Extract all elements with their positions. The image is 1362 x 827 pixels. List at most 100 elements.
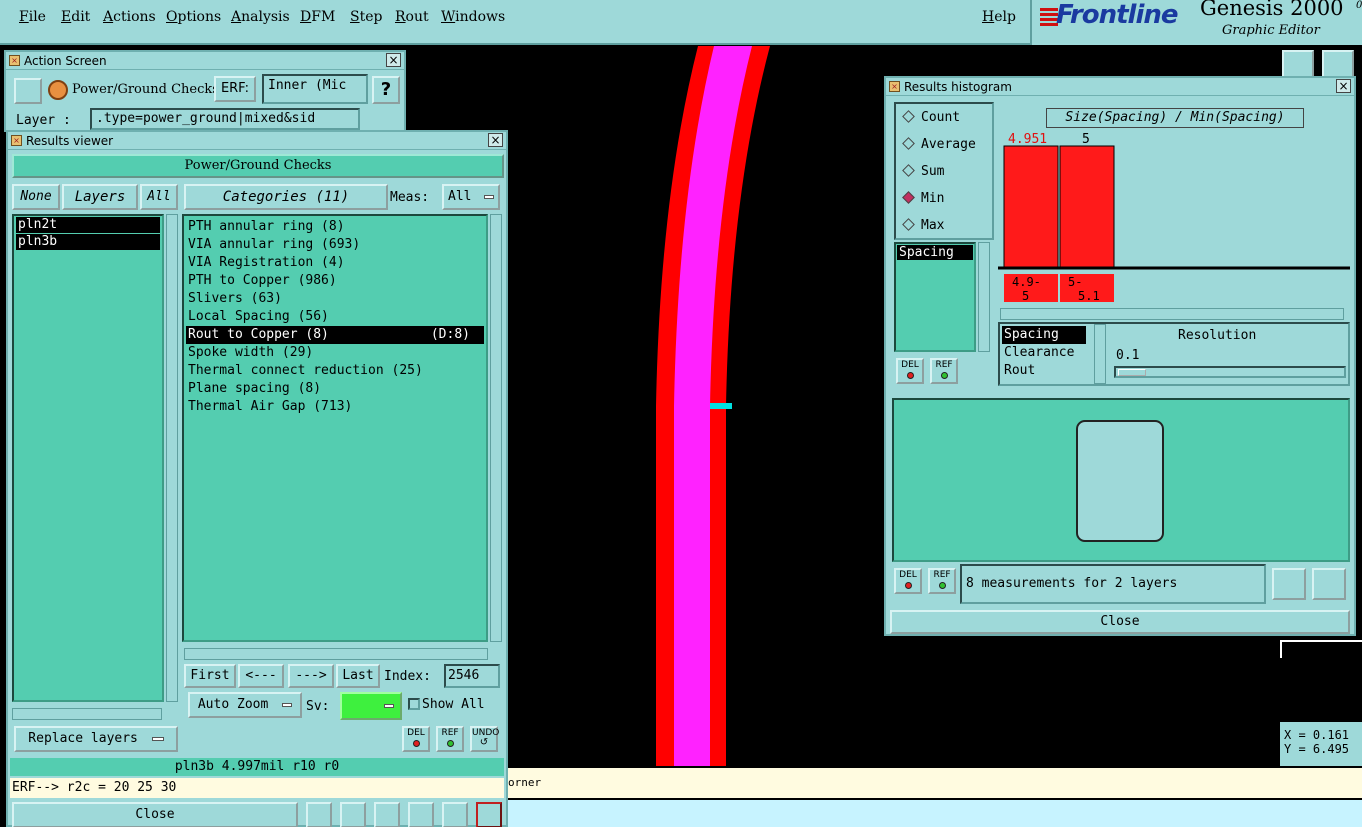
del-dot-icon [904, 582, 912, 589]
category-item[interactable]: Local Spacing (56) [186, 308, 484, 326]
replace-layers-label: Replace layers [28, 731, 138, 746]
histogram-bar[interactable] [1003, 145, 1059, 269]
index-field[interactable]: 2546 [444, 664, 500, 688]
ref-cancel-icon[interactable] [374, 802, 400, 827]
record-icon[interactable] [340, 802, 366, 827]
window-menu-icon[interactable]: × [889, 81, 900, 92]
mode-radio-max[interactable]: Max [896, 212, 992, 239]
layer-label: Layer : [16, 113, 71, 128]
undo-button[interactable]: UNDO ↺ [470, 726, 499, 752]
auto-zoom-dropdown[interactable]: Auto Zoom [188, 692, 302, 718]
first-button[interactable]: First [184, 664, 236, 688]
histogram-bar[interactable] [1059, 145, 1115, 269]
category-item[interactable]: PTH to Copper (986) [186, 272, 484, 290]
close-icon[interactable]: × [488, 133, 503, 147]
histogram-close-button[interactable]: Close [890, 610, 1350, 634]
report-icon[interactable] [442, 802, 468, 827]
menu-dfm[interactable]: DFM [300, 9, 335, 25]
menu-analysis[interactable]: Analysis [231, 9, 290, 25]
menu-options[interactable]: Options [166, 9, 221, 25]
action-list-icon[interactable] [14, 78, 42, 104]
menu-file[interactable]: File [19, 9, 46, 25]
last-button[interactable]: Last [336, 664, 380, 688]
radio-diamond-icon [902, 218, 915, 231]
action-screen-titlebar: × Action Screen × [6, 52, 404, 70]
layer-list-scrollbar[interactable] [166, 214, 178, 702]
erf-field[interactable]: Inner (Mic [262, 74, 368, 104]
window-menu-icon[interactable]: × [11, 135, 22, 146]
menu-actions[interactable]: Actions [103, 9, 156, 25]
layer-item[interactable]: pln3b [16, 234, 160, 250]
help-button[interactable]: ? [372, 76, 400, 104]
all-button[interactable]: All [140, 184, 178, 210]
category-item[interactable]: PTH annular ring (8) [186, 218, 484, 236]
window-menu-icon[interactable]: × [9, 55, 20, 66]
check-action-icon[interactable] [48, 80, 68, 100]
metric-item[interactable]: Spacing [897, 245, 973, 260]
category-item[interactable]: Thermal connect reduction (25) [186, 362, 484, 380]
erf-button[interactable]: ERF: [214, 76, 256, 102]
prev-button[interactable]: <--- [238, 664, 284, 688]
metric-item[interactable]: Clearance [1002, 344, 1092, 362]
metric-list-scrollbar[interactable] [1094, 324, 1106, 384]
metric-item[interactable]: Rout [1002, 362, 1092, 380]
show-all-checkbox[interactable] [408, 698, 420, 710]
pad-shape[interactable] [1076, 420, 1164, 542]
none-button[interactable]: None [12, 184, 60, 210]
mode-radio-count[interactable]: Count [896, 104, 992, 131]
metric-item[interactable]: Spacing [1002, 326, 1086, 344]
hist-ref-button[interactable]: REF [930, 358, 958, 384]
resolution-slider[interactable] [1114, 366, 1346, 378]
severity-dropdown[interactable] [340, 692, 402, 720]
ref-button[interactable]: REF [436, 726, 464, 752]
metric-left-scrollbar[interactable] [978, 242, 990, 352]
category-item[interactable]: Slivers (63) [186, 290, 484, 308]
results-histogram-window: × Results histogram × Count Average Sum Min… [884, 76, 1356, 636]
category-list-hscroll[interactable] [184, 648, 488, 660]
results-viewer-titlebar: × Results viewer × [8, 132, 506, 150]
replace-layers-dropdown[interactable]: Replace layers [14, 726, 178, 752]
histogram-icon[interactable] [476, 802, 502, 827]
layer-stack-icon[interactable] [306, 802, 332, 827]
mode-radio-min[interactable]: Min [896, 185, 992, 212]
category-item[interactable]: Rout to Copper (8) (D:8) [186, 326, 484, 344]
categories-button[interactable]: Categories (11) [184, 184, 388, 210]
zoom-region-icon[interactable] [1312, 568, 1346, 600]
category-name: Thermal Air Gap (713) [188, 399, 353, 414]
bottom-strip [500, 800, 1362, 827]
del-button[interactable]: DEL [402, 726, 430, 752]
menu-help[interactable]: Help [982, 9, 1016, 25]
sort-icon[interactable] [408, 802, 434, 827]
menu-windows[interactable]: Windows [441, 9, 505, 25]
close-icon[interactable]: × [386, 53, 401, 67]
category-list-scrollbar[interactable] [490, 214, 502, 642]
next-button[interactable]: ---> [288, 664, 334, 688]
mode-label: Count [921, 110, 961, 125]
preview-del-button[interactable]: DEL [894, 568, 922, 594]
layer-field[interactable]: .type=power_ground|mixed&sid [90, 108, 360, 130]
layers-button[interactable]: Layers [62, 184, 138, 210]
mode-radio-average[interactable]: Average [896, 131, 992, 158]
chart-hscroll[interactable] [1000, 308, 1344, 320]
menu-step[interactable]: Step [350, 9, 382, 25]
bin-range-label: 4.9- [1012, 275, 1041, 289]
meas-dropdown[interactable]: All [442, 184, 500, 210]
mode-radio-sum[interactable]: Sum [896, 158, 992, 185]
category-item[interactable]: Spoke width (29) [186, 344, 484, 362]
close-icon[interactable]: × [1336, 79, 1351, 93]
menu-rout[interactable]: Rout [395, 9, 429, 25]
category-item[interactable]: VIA Registration (4) [186, 254, 484, 272]
hist-del-button[interactable]: DEL [896, 358, 924, 384]
category-item[interactable]: VIA annular ring (693) [186, 236, 484, 254]
slider-thumb[interactable] [1118, 369, 1146, 376]
layer-item[interactable]: pln2t [16, 217, 160, 233]
layer-list-hscroll[interactable] [12, 708, 162, 720]
zoom-to-fit-icon[interactable] [1272, 568, 1306, 600]
dropdown-icon [384, 704, 394, 708]
preview-ref-button[interactable]: REF [928, 568, 956, 594]
ref-dot-icon [446, 740, 454, 747]
category-item[interactable]: Thermal Air Gap (713) [186, 398, 484, 416]
menu-edit[interactable]: Edit [61, 9, 90, 25]
close-button[interactable]: Close [12, 802, 298, 827]
category-item[interactable]: Plane spacing (8) [186, 380, 484, 398]
